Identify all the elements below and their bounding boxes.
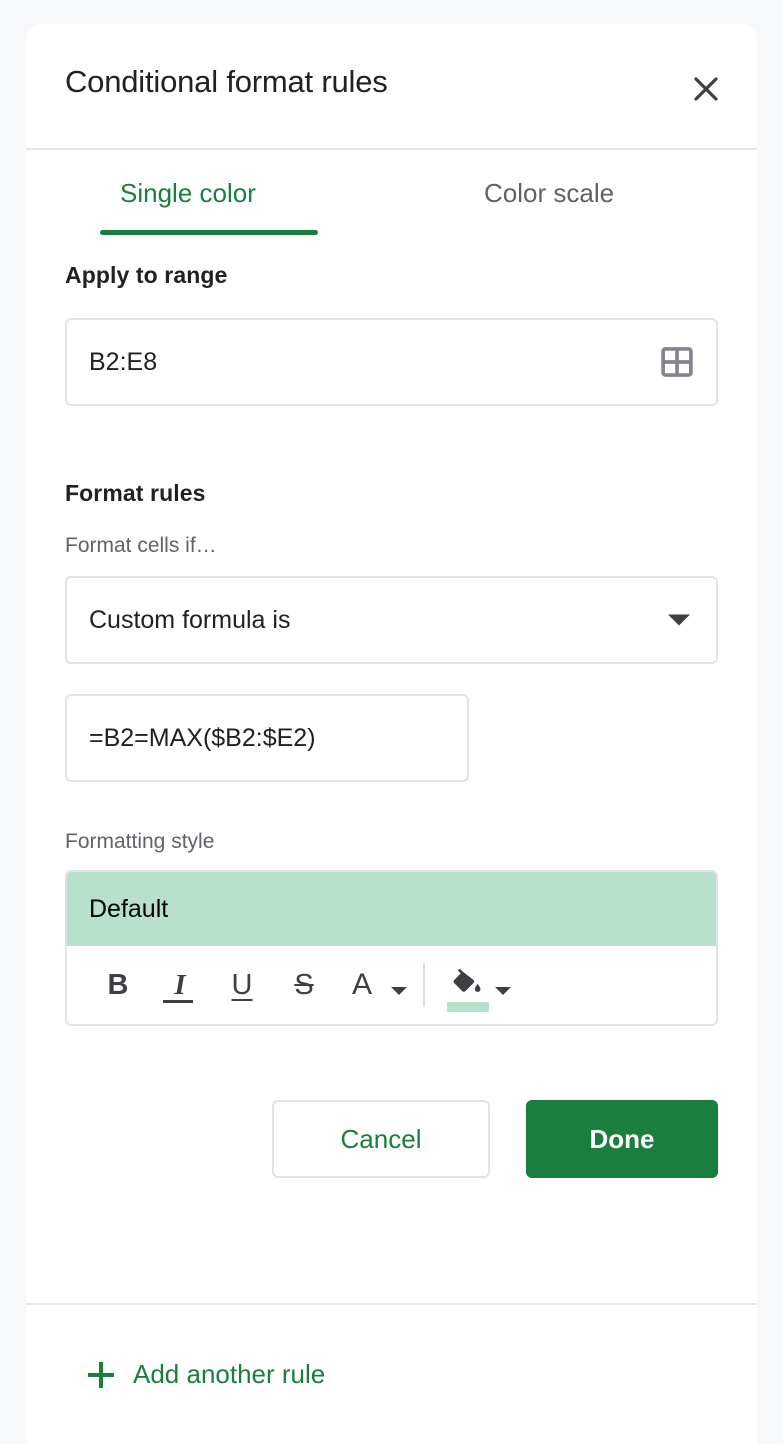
formatting-style-toolbar: B I U S A bbox=[67, 946, 716, 1024]
text-color-chevron-down-icon[interactable] bbox=[391, 987, 407, 995]
cancel-button[interactable]: Cancel bbox=[272, 1100, 490, 1178]
strikethrough-button[interactable]: S bbox=[273, 954, 335, 1016]
text-color-label: A bbox=[351, 968, 372, 1001]
dialog-footer: Add another rule bbox=[26, 1303, 757, 1444]
tab-bar: Single color Color scale bbox=[26, 150, 757, 262]
underline-button[interactable]: U bbox=[211, 954, 273, 1016]
format-cells-if-label: Format cells if… bbox=[65, 534, 217, 557]
tab-color-scale[interactable]: Color scale bbox=[484, 178, 614, 209]
fill-color-button[interactable] bbox=[439, 954, 497, 1016]
dialog-actions: Cancel Done bbox=[65, 1100, 718, 1178]
underline-label: U bbox=[231, 968, 253, 1001]
fill-color-chevron-down-icon[interactable] bbox=[495, 987, 511, 995]
add-another-rule-label: Add another rule bbox=[133, 1359, 326, 1389]
dialog-header: Conditional format rules bbox=[26, 24, 757, 150]
range-input[interactable]: B2:E8 bbox=[65, 318, 718, 406]
condition-select-value: Custom formula is bbox=[89, 605, 291, 634]
active-tab-indicator bbox=[100, 230, 318, 235]
apply-to-range-label: Apply to range bbox=[65, 262, 228, 288]
bold-button[interactable]: B bbox=[87, 954, 149, 1016]
strikethrough-label: S bbox=[294, 968, 314, 1001]
add-another-rule-button[interactable]: Add another rule bbox=[88, 1359, 325, 1390]
condition-select[interactable]: Custom formula is bbox=[65, 576, 718, 664]
formatting-style-label: Formatting style bbox=[65, 830, 215, 853]
bold-label: B bbox=[107, 968, 129, 1001]
conditional-format-rules-dialog: Conditional format rules Single color Co… bbox=[26, 24, 757, 1444]
chevron-down-icon bbox=[668, 614, 690, 626]
italic-button[interactable]: I bbox=[149, 954, 211, 1016]
tab-single-color[interactable]: Single color bbox=[120, 178, 256, 209]
fill-color-swatch bbox=[447, 1002, 489, 1012]
range-input-value: B2:E8 bbox=[89, 347, 158, 376]
plus-icon bbox=[88, 1361, 114, 1388]
dialog-body: Apply to range B2:E8 Format rules Format… bbox=[26, 262, 757, 1178]
done-button[interactable]: Done bbox=[526, 1100, 718, 1178]
close-icon[interactable] bbox=[685, 68, 727, 110]
text-color-button[interactable]: A bbox=[331, 954, 393, 1016]
dialog-title: Conditional format rules bbox=[65, 64, 388, 99]
custom-formula-value: =B2=MAX($B2:$E2) bbox=[89, 723, 316, 752]
grid-range-picker-icon[interactable] bbox=[660, 345, 694, 379]
formatting-style-box: Default B I U S A bbox=[65, 870, 718, 1026]
toolbar-divider bbox=[423, 963, 425, 1007]
formatting-style-preview: Default bbox=[67, 872, 716, 946]
format-rules-label: Format rules bbox=[65, 480, 206, 506]
italic-label: I bbox=[174, 968, 186, 1001]
custom-formula-input[interactable]: =B2=MAX($B2:$E2) bbox=[65, 694, 469, 782]
